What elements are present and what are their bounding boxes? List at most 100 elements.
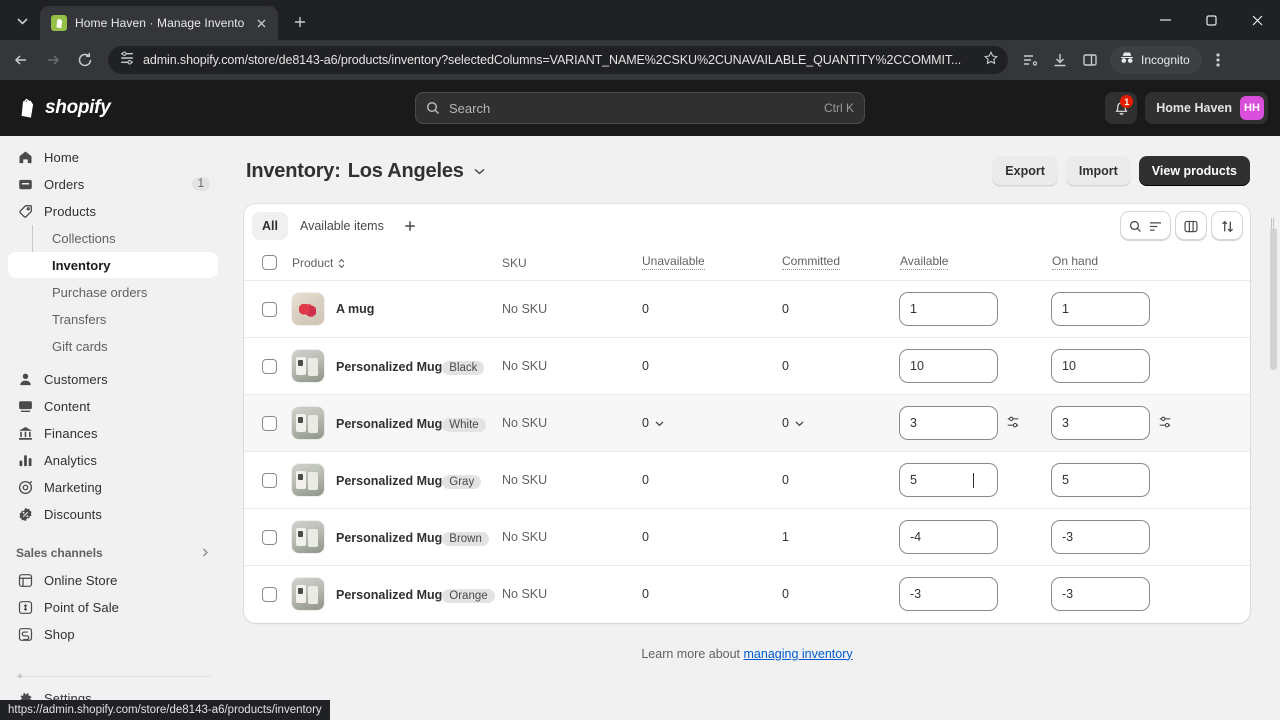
sales-channels-header[interactable]: Sales channels (8, 539, 218, 567)
available-input[interactable]: -3 (900, 578, 997, 611)
orders-icon (16, 177, 34, 192)
available-input[interactable]: 1 (900, 293, 997, 325)
sidebar-item-orders[interactable]: Orders 1 (8, 171, 218, 197)
maximize-icon[interactable] (1188, 0, 1234, 40)
sidebar-item-marketing[interactable]: Marketing (8, 474, 218, 500)
table-row[interactable]: Personalized Mug Gray No SKU 0 0 5 5 (244, 451, 1250, 509)
available-input[interactable]: 3 (900, 407, 997, 439)
sidebar-item-label: Finances (44, 425, 98, 441)
sort-button[interactable] (1212, 212, 1242, 240)
sidebar-item-products[interactable]: Products (8, 198, 218, 224)
unavailable-value: 0 (642, 359, 649, 373)
search-and-filter-button[interactable] (1121, 212, 1170, 240)
table-row[interactable]: Personalized Mug Brown No SKU 0 1 -4 -3 (244, 508, 1250, 566)
row-checkbox[interactable] (262, 301, 277, 317)
sku-value: No SKU (502, 587, 548, 602)
add-view-button[interactable] (396, 212, 424, 240)
location-chevron-down-icon[interactable] (474, 168, 485, 175)
table-row[interactable]: Personalized Mug Orange No SKU 0 0 -3 -3 (244, 566, 1250, 623)
browser-tab[interactable]: Home Haven · Manage Invento (40, 6, 279, 40)
on-hand-input[interactable]: -3 (1052, 578, 1149, 611)
row-checkbox[interactable] (262, 415, 277, 431)
profile-incognito-button[interactable]: Incognito (1110, 46, 1202, 74)
notifications-button[interactable]: 1 (1105, 92, 1138, 124)
sidebar-item-gift-cards[interactable]: Gift cards (8, 333, 218, 359)
sidebar-item-finances[interactable]: Finances (8, 420, 218, 446)
on-hand-input[interactable]: -3 (1052, 521, 1149, 553)
split-view-icon[interactable] (1016, 46, 1044, 74)
available-input[interactable]: 5 (900, 464, 997, 496)
downloads-icon[interactable] (1046, 46, 1074, 74)
column-header-unavailable[interactable]: Unavailable (642, 248, 782, 281)
shopify-logo[interactable]: shopify (12, 97, 111, 119)
minimize-icon[interactable] (1142, 0, 1188, 40)
new-tab-button[interactable] (286, 8, 314, 36)
reload-icon[interactable] (70, 45, 100, 75)
sidebar-item-shop[interactable]: Shop (8, 621, 218, 647)
select-all-checkbox[interactable] (262, 255, 277, 270)
search-input[interactable]: Search Ctrl K (415, 92, 865, 124)
site-settings-icon[interactable] (120, 50, 134, 70)
adjust-icon[interactable] (1158, 415, 1172, 432)
sidebar-item-customers[interactable]: Customers (8, 366, 218, 392)
sidebar-item-discounts[interactable]: Discounts (8, 501, 218, 527)
sidebar-item-label: Discounts (44, 506, 102, 522)
view-products-button[interactable]: View products (1138, 156, 1250, 186)
product-thumbnail (292, 521, 324, 553)
close-icon[interactable] (252, 14, 270, 32)
sidebar-item-transfers[interactable]: Transfers (8, 306, 218, 332)
close-window-icon[interactable] (1234, 0, 1280, 40)
table-row[interactable]: Personalized Mug Black No SKU 0 0 10 10 (244, 337, 1250, 395)
sidebar-item-collections[interactable]: Collections (8, 225, 218, 251)
sidebar-item-home[interactable]: Home (8, 144, 218, 170)
managing-inventory-link[interactable]: managing inventory (744, 647, 853, 661)
column-header-available[interactable]: Available (900, 248, 1052, 281)
sidebar-item-content[interactable]: Content (8, 393, 218, 419)
back-icon[interactable] (6, 45, 36, 75)
row-select-cell (244, 508, 292, 566)
chevron-down-icon[interactable] (795, 416, 804, 430)
column-header-committed[interactable]: Committed (782, 248, 900, 281)
sidebar-item-purchase-orders[interactable]: Purchase orders (8, 279, 218, 305)
view-tabs: All Available items (244, 204, 1250, 248)
tab-all[interactable]: All (252, 212, 288, 240)
sidebar-item-online-store[interactable]: Online Store (8, 567, 218, 593)
store-menu-button[interactable]: Home Haven HH (1145, 92, 1268, 124)
on-hand-input[interactable]: 10 (1052, 350, 1149, 382)
available-input[interactable]: -4 (900, 521, 997, 553)
export-button[interactable]: Export (992, 156, 1058, 186)
sidebar-item-analytics[interactable]: Analytics (8, 447, 218, 473)
page-actions: Export Import View products (992, 156, 1250, 186)
on-hand-input[interactable]: 5 (1052, 464, 1149, 496)
sidebar-item-inventory[interactable]: Inventory (8, 252, 218, 278)
on-hand-input[interactable]: 3 (1052, 407, 1149, 439)
browser-menu-icon[interactable] (1204, 46, 1232, 74)
tab-available-items[interactable]: Available items (290, 212, 394, 240)
edit-columns-button[interactable] (1176, 212, 1206, 240)
bookmark-star-icon[interactable] (984, 50, 998, 70)
app-body: Home Orders 1 Products Collections Inven… (0, 136, 1280, 720)
scrollbar-thumb[interactable] (1270, 228, 1277, 370)
sidebar-item-point-of-sale[interactable]: Point of Sale (8, 594, 218, 620)
unavailable-cell: 0 (642, 451, 782, 509)
shopify-icon (51, 15, 67, 31)
page-scrollbar[interactable] (1269, 80, 1278, 664)
adjust-icon[interactable] (1006, 415, 1020, 432)
row-checkbox[interactable] (262, 586, 277, 602)
sidebar-item-label: Products (44, 203, 97, 219)
column-header-product[interactable]: Product (292, 248, 502, 281)
row-checkbox[interactable] (262, 529, 277, 545)
address-bar[interactable]: admin.shopify.com/store/de8143-a6/produc… (108, 46, 1008, 74)
side-panel-icon[interactable] (1076, 46, 1104, 74)
table-row[interactable]: Personalized Mug White No SKU 0 0 3 3 (244, 394, 1250, 452)
column-header-on-hand[interactable]: On hand (1052, 248, 1250, 281)
on-hand-input[interactable]: 1 (1052, 293, 1149, 325)
import-button[interactable]: Import (1065, 156, 1131, 186)
table-row[interactable]: A mug No SKU 0 0 1 1 (244, 280, 1250, 338)
available-input[interactable]: 10 (900, 350, 997, 382)
tab-search-icon[interactable] (8, 7, 36, 35)
row-checkbox[interactable] (262, 472, 277, 488)
committed-value: 0 (782, 359, 789, 373)
chevron-down-icon[interactable] (655, 416, 664, 430)
row-checkbox[interactable] (262, 358, 277, 374)
